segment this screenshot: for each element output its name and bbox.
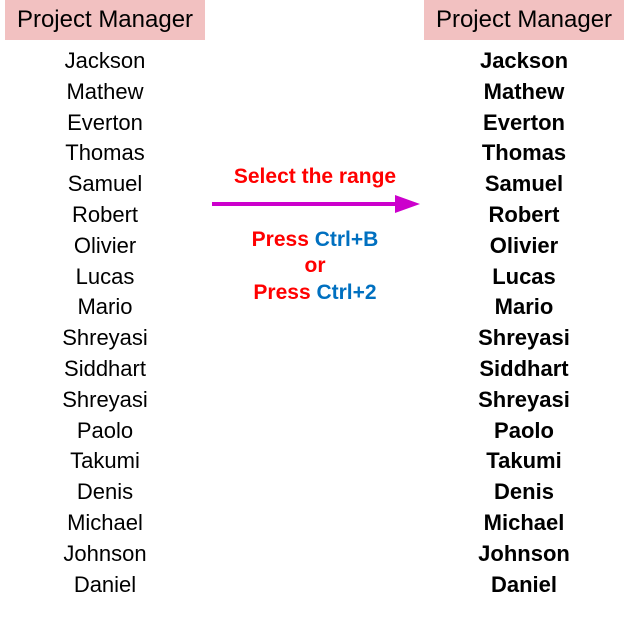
list-item: Daniel [62,570,148,601]
list-item: Shreyasi [62,323,148,354]
list-item: Johnson [62,539,148,570]
list-item: Robert [62,200,148,231]
right-list: JacksonMathewEvertonThomasSamuelRobertOl… [478,46,570,600]
list-item: Mario [62,292,148,323]
list-item: Siddhart [478,354,570,385]
list-item: Shreyasi [478,385,570,416]
or-text: or [305,253,326,279]
list-item: Siddhart [62,354,148,385]
list-item: Daniel [478,570,570,601]
press-word-1: Press [252,228,315,251]
list-item: Samuel [478,169,570,200]
left-column: Project Manager JacksonMathewEvertonThom… [5,0,205,617]
list-item: Shreyasi [62,385,148,416]
list-item: Takumi [62,446,148,477]
list-item: Lucas [478,262,570,293]
list-item: Olivier [62,231,148,262]
list-item: Robert [478,200,570,231]
list-item: Mathew [62,77,148,108]
list-item: Takumi [478,446,570,477]
right-column: Project Manager JacksonMathewEvertonThom… [424,0,624,617]
list-item: Mathew [478,77,570,108]
list-item: Jackson [62,46,148,77]
list-item: Thomas [478,138,570,169]
right-header: Project Manager [424,0,624,40]
select-range-text: Select the range [234,165,396,189]
left-header: Project Manager [5,0,205,40]
list-item: Everton [62,108,148,139]
press-ctrl-2: Press Ctrl+2 [253,280,376,306]
list-item: Jackson [478,46,570,77]
list-item: Everton [478,108,570,139]
list-item: Samuel [62,169,148,200]
press-ctrl-b: Press Ctrl+B [252,227,379,253]
list-item: Denis [62,477,148,508]
list-item: Michael [62,508,148,539]
ctrl-2-text: Ctrl+2 [316,281,376,304]
list-item: Shreyasi [478,323,570,354]
list-item: Mario [478,292,570,323]
list-item: Paolo [478,416,570,447]
list-item: Lucas [62,262,148,293]
left-list: JacksonMathewEvertonThomasSamuelRobertOl… [62,46,148,600]
instruction-panel: Select the range Press Ctrl+B or Press C… [210,165,420,306]
press-word-2: Press [253,281,316,304]
arrow-icon [210,191,420,217]
list-item: Denis [478,477,570,508]
list-item: Thomas [62,138,148,169]
list-item: Paolo [62,416,148,447]
list-item: Olivier [478,231,570,262]
list-item: Johnson [478,539,570,570]
list-item: Michael [478,508,570,539]
ctrl-b-text: Ctrl+B [315,228,379,251]
